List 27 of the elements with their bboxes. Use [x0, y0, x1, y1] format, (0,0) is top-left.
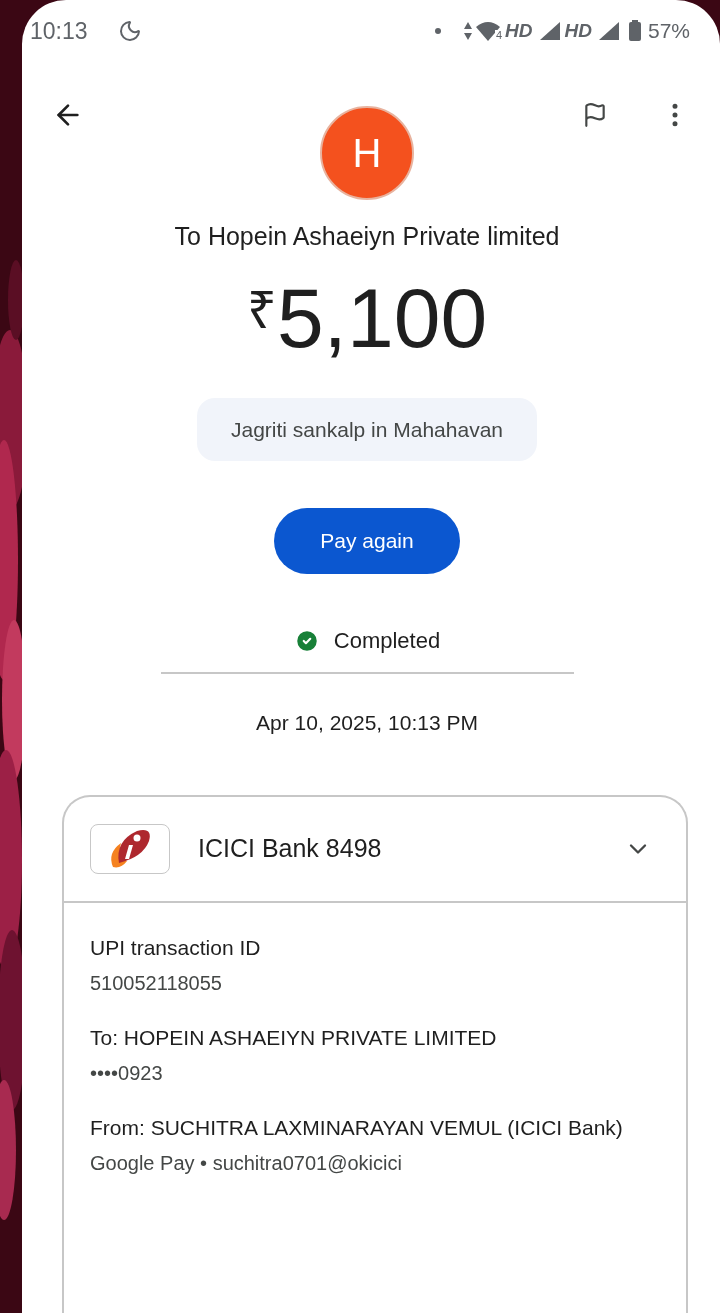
network-label: HD [564, 18, 592, 43]
signal-off-icon [538, 21, 561, 41]
battery-level: 57% [647, 18, 690, 45]
detail-value: 510052118055 [90, 970, 223, 996]
flag-icon[interactable] [582, 102, 608, 128]
wifi-badge: 4 [494, 30, 504, 41]
wifi-icon [475, 21, 502, 41]
status-time: 10:13 [30, 16, 88, 46]
transaction-date: Apr 10, 2025, 10:13 PM [256, 710, 478, 736]
currency-symbol: ₹ [246, 283, 277, 336]
status-label: Completed [333, 627, 441, 655]
detail-label: To: HOPEIN ASHAEIYN PRIVATE LIMITED [90, 1024, 498, 1051]
note-chip: Jagriti sankalp in Mahahavan [197, 397, 537, 461]
avatar: H [320, 106, 414, 200]
detail-value: Google Pay • suchitra0701@okicici [90, 1150, 403, 1176]
data-arrows-icon [463, 21, 474, 41]
moon-icon [117, 19, 142, 43]
network-label: HD [505, 18, 533, 43]
pay-again-button[interactable]: Pay again [274, 508, 460, 574]
bank-account: ICICI Bank 8498 [198, 832, 383, 864]
amount-value: 5,100 [276, 275, 488, 360]
detail-label: From: SUCHITRA LAXMINARAYAN VEMUL (ICICI Bank) [90, 1114, 624, 1141]
payee-title: To Hopein Ashaeiyn Private limited [174, 221, 560, 252]
detail-label: UPI transaction ID [90, 934, 262, 961]
battery-icon [627, 20, 642, 42]
signal-icon [597, 21, 620, 41]
detail-value: ••••0923 [90, 1060, 164, 1086]
